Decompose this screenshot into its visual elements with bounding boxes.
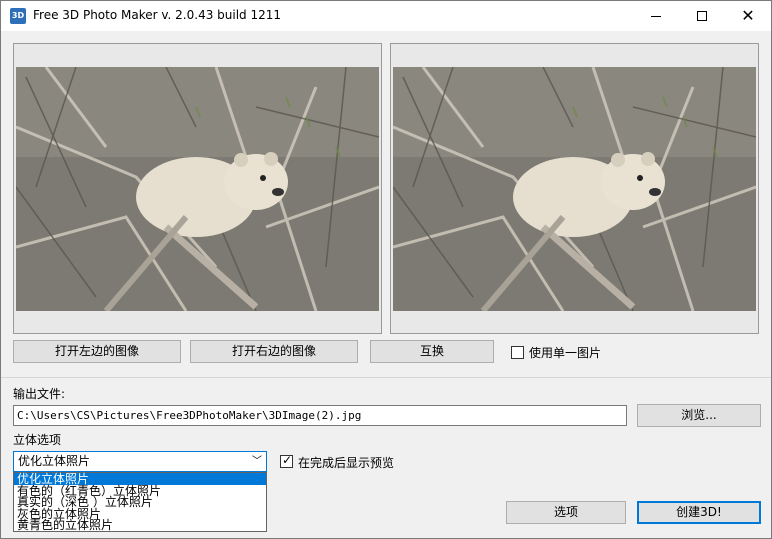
preview-after-label: 在完成后显示预览 [298,456,395,470]
options-button[interactable]: 选项 [506,501,626,524]
window-title: Free 3D Photo Maker v. 2.0.43 build 1211 [33,8,282,22]
single-image-label: 使用单一图片 [529,346,602,360]
divider [1,377,771,378]
left-image-panel[interactable] [13,43,382,334]
create-3d-button[interactable]: 创建3D! [637,501,761,524]
stereo-options-label: 立体选项 [13,433,62,447]
single-image-checkbox[interactable] [511,346,524,359]
output-path-field[interactable]: C:\Users\CS\Pictures\Free3DPhotoMaker\3D… [13,405,627,426]
minimize-icon [651,15,661,17]
browse-button[interactable]: 浏览... [637,404,761,427]
close-button[interactable]: ✕ [725,1,771,31]
chevron-down-icon[interactable]: ﹀ [252,452,262,471]
stereo-option[interactable]: 黄青色的立体照片 [14,519,266,532]
preview-after-checkbox[interactable]: ✓ [280,453,293,468]
maximize-icon [697,11,707,21]
minimize-button[interactable] [633,1,679,31]
stereo-type-select[interactable]: 优化立体照片 ﹀ [13,451,267,472]
close-icon: ✕ [741,6,755,25]
right-image-panel[interactable] [390,43,759,334]
left-photo [16,67,379,311]
stereo-option[interactable]: 优化立体照片 [14,473,266,485]
open-right-image-button[interactable]: 打开右边的图像 [190,340,358,363]
right-photo [393,67,756,311]
output-file-label: 输出文件: [13,387,66,401]
maximize-button[interactable] [679,1,725,31]
app-window: 3D Free 3D Photo Maker v. 2.0.43 build 1… [0,0,772,539]
stereo-type-dropdown-list[interactable]: 优化立体照片 有色的（红青色）立体照片 真实的（深色 ）立体照片 灰色的立体照片… [13,472,267,532]
swap-button[interactable]: 互换 [370,340,494,363]
stereo-type-value: 优化立体照片 [18,454,91,468]
open-left-image-button[interactable]: 打开左边的图像 [13,340,181,363]
title-bar: 3D Free 3D Photo Maker v. 2.0.43 build 1… [1,1,771,31]
app-3d-icon: 3D [10,8,26,24]
checkmark-icon: ✓ [282,453,293,467]
